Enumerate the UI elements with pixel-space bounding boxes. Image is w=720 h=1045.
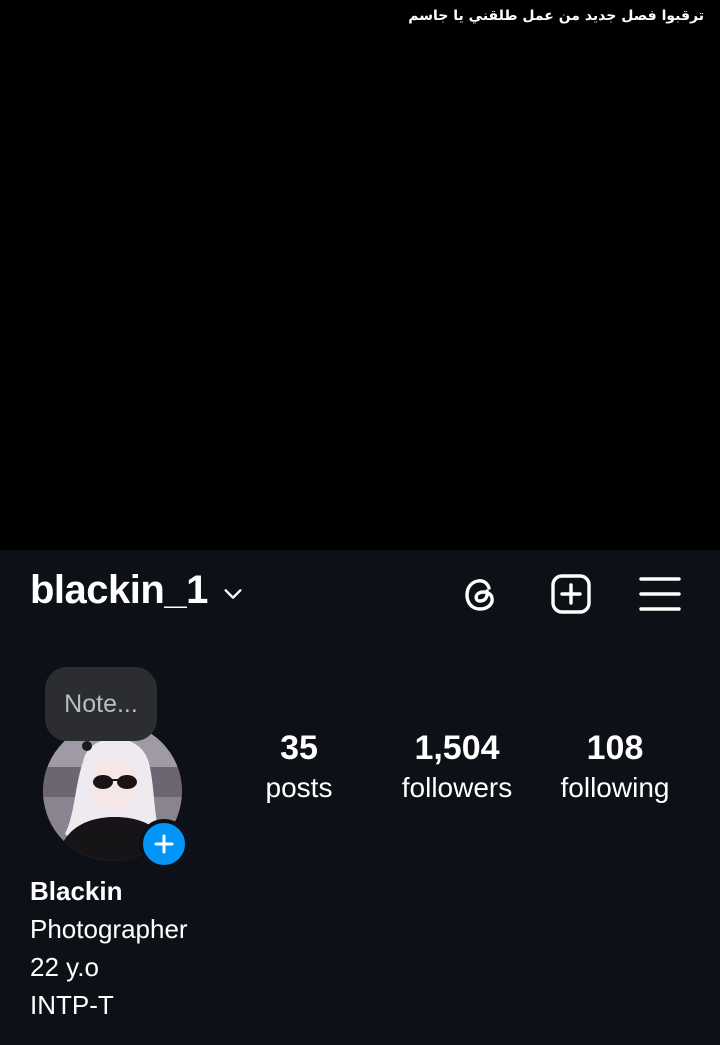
posts-stat[interactable]: 35 posts: [209, 728, 389, 808]
posts-label: posts: [265, 772, 333, 803]
display-name: Blackin: [30, 876, 123, 906]
add-story-button[interactable]: [139, 819, 189, 869]
username: blackin_1: [30, 568, 208, 612]
followers-count: 1,504: [414, 729, 500, 767]
profile-section: blackin_1 Note... 35 posts 1,504 followe…: [0, 550, 720, 1045]
followers-stat[interactable]: 1,504 followers: [367, 728, 547, 808]
create-post-icon[interactable]: [549, 572, 593, 616]
bio-line-personality: INTP-T: [30, 990, 114, 1020]
menu-icon[interactable]: [638, 572, 682, 616]
posts-count: 35: [280, 729, 318, 767]
chevron-down-icon: [224, 588, 242, 599]
profile-header: blackin_1: [0, 550, 720, 636]
following-stat[interactable]: 108 following: [525, 728, 705, 808]
following-count: 108: [586, 729, 644, 767]
following-label: following: [560, 772, 670, 803]
followers-label: followers: [401, 772, 513, 803]
note-placeholder: Note...: [64, 689, 138, 718]
account-switcher[interactable]: blackin_1: [30, 568, 244, 613]
note-bubble[interactable]: Note...: [45, 667, 157, 741]
bio: Blackin Photographer 22 y.o INTP-T: [30, 872, 188, 1024]
overlay-caption: ترقبوا فصل جديد من عمل طلقني يا جاسم: [408, 8, 704, 24]
threads-icon[interactable]: [459, 572, 503, 616]
screen: ترقبوا فصل جديد من عمل طلقني يا جاسم bla…: [0, 0, 720, 1045]
bio-line-occupation: Photographer: [30, 914, 188, 944]
bio-line-age: 22 y.o: [30, 952, 99, 982]
plus-icon: [154, 834, 174, 854]
